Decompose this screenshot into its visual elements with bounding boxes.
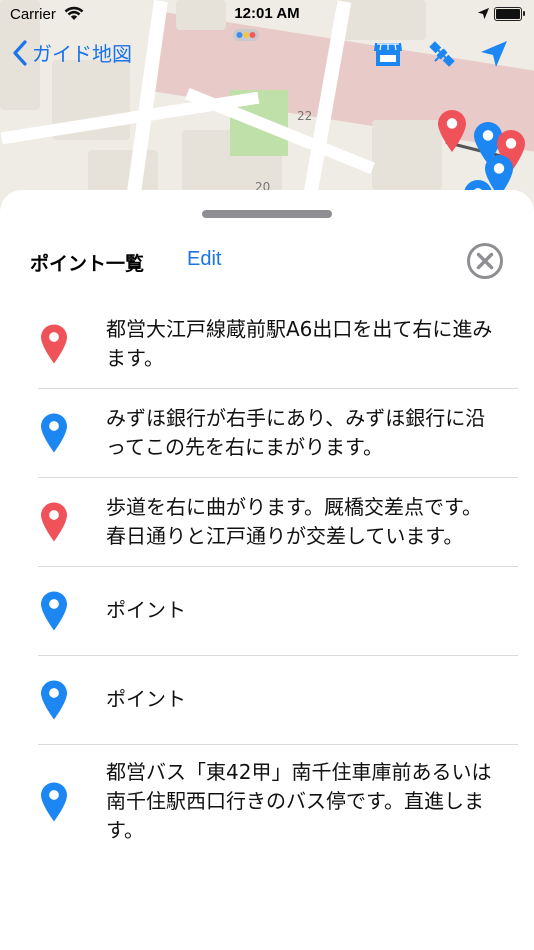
- pin-icon-wrapper: [0, 502, 108, 542]
- edit-button[interactable]: Edit: [187, 248, 221, 271]
- pin-icon-wrapper: [0, 324, 108, 364]
- list-item[interactable]: みずほ銀行が右手にあり、みずほ銀行に沿ってこの先を右にまがります。: [0, 389, 534, 477]
- traffic-light-dots-icon: [233, 29, 259, 41]
- list-item[interactable]: 都営バス「東42甲」南千住車庫前あるいは南千住駅西口行きのバス停です。直進します…: [0, 745, 534, 859]
- point-text: ポイント: [106, 598, 186, 622]
- close-icon[interactable]: [466, 242, 504, 280]
- point-text: 都営バス「東42甲」南千住車庫前あるいは南千住駅西口行きのバス停です。直進します…: [106, 760, 492, 842]
- back-button[interactable]: ガイド地図: [12, 38, 132, 67]
- list-item[interactable]: 都営大江戸線蔵前駅A6出口を出て右に進みます。: [0, 300, 534, 388]
- list-item[interactable]: 歩道を右に曲がります。厩橋交差点です。春日通りと江戸通りが交差しています。: [0, 478, 534, 566]
- pin-blue-icon: [41, 413, 67, 453]
- pin-icon-wrapper: [0, 413, 108, 453]
- sheet-grabber[interactable]: [202, 210, 332, 218]
- current-location-icon[interactable]: [478, 38, 510, 70]
- points-sheet: ポイント一覧 Edit 都営大江戸線蔵前駅A6出口を出て右に進みます。 みずほ銀行…: [0, 190, 534, 950]
- location-services-icon: [477, 7, 490, 20]
- point-text: みずほ銀行が右手にあり、みずほ銀行に沿ってこの先を右にまがります。: [106, 405, 486, 459]
- store-icon[interactable]: [372, 38, 404, 70]
- status-time: 12:01 AM: [234, 5, 300, 22]
- pin-blue-icon: [41, 782, 67, 822]
- pin-red-icon: [41, 324, 67, 364]
- status-bar: Carrier 12:01 AM: [0, 0, 534, 30]
- points-list: 都営大江戸線蔵前駅A6出口を出て右に進みます。 みずほ銀行が右手にあり、みずほ銀行…: [0, 300, 534, 859]
- pin-blue-icon: [41, 680, 67, 720]
- pin-blue-icon: [41, 591, 67, 631]
- back-label: ガイド地図: [32, 42, 132, 66]
- map-pin-red-icon[interactable]: [438, 110, 466, 152]
- list-item[interactable]: ポイント: [0, 656, 534, 744]
- map-label: 22: [297, 109, 313, 123]
- pin-icon-wrapper: [0, 782, 108, 822]
- satellite-icon[interactable]: [426, 38, 458, 70]
- sheet-title: ポイント一覧: [30, 253, 145, 275]
- chevron-left-icon: [13, 39, 27, 66]
- battery-icon: [494, 7, 525, 21]
- pin-icon-wrapper: [0, 680, 108, 720]
- map-block: [372, 120, 442, 190]
- point-text: 都営大江戸線蔵前駅A6出口を出て右に進みます。: [106, 316, 493, 370]
- pin-icon-wrapper: [0, 591, 108, 631]
- point-text: ポイント: [106, 687, 186, 711]
- point-text: 歩道を右に曲がります。厩橋交差点です。春日通りと江戸通りが交差しています。: [106, 494, 482, 548]
- list-item[interactable]: ポイント: [0, 567, 534, 655]
- pin-red-icon: [41, 502, 67, 542]
